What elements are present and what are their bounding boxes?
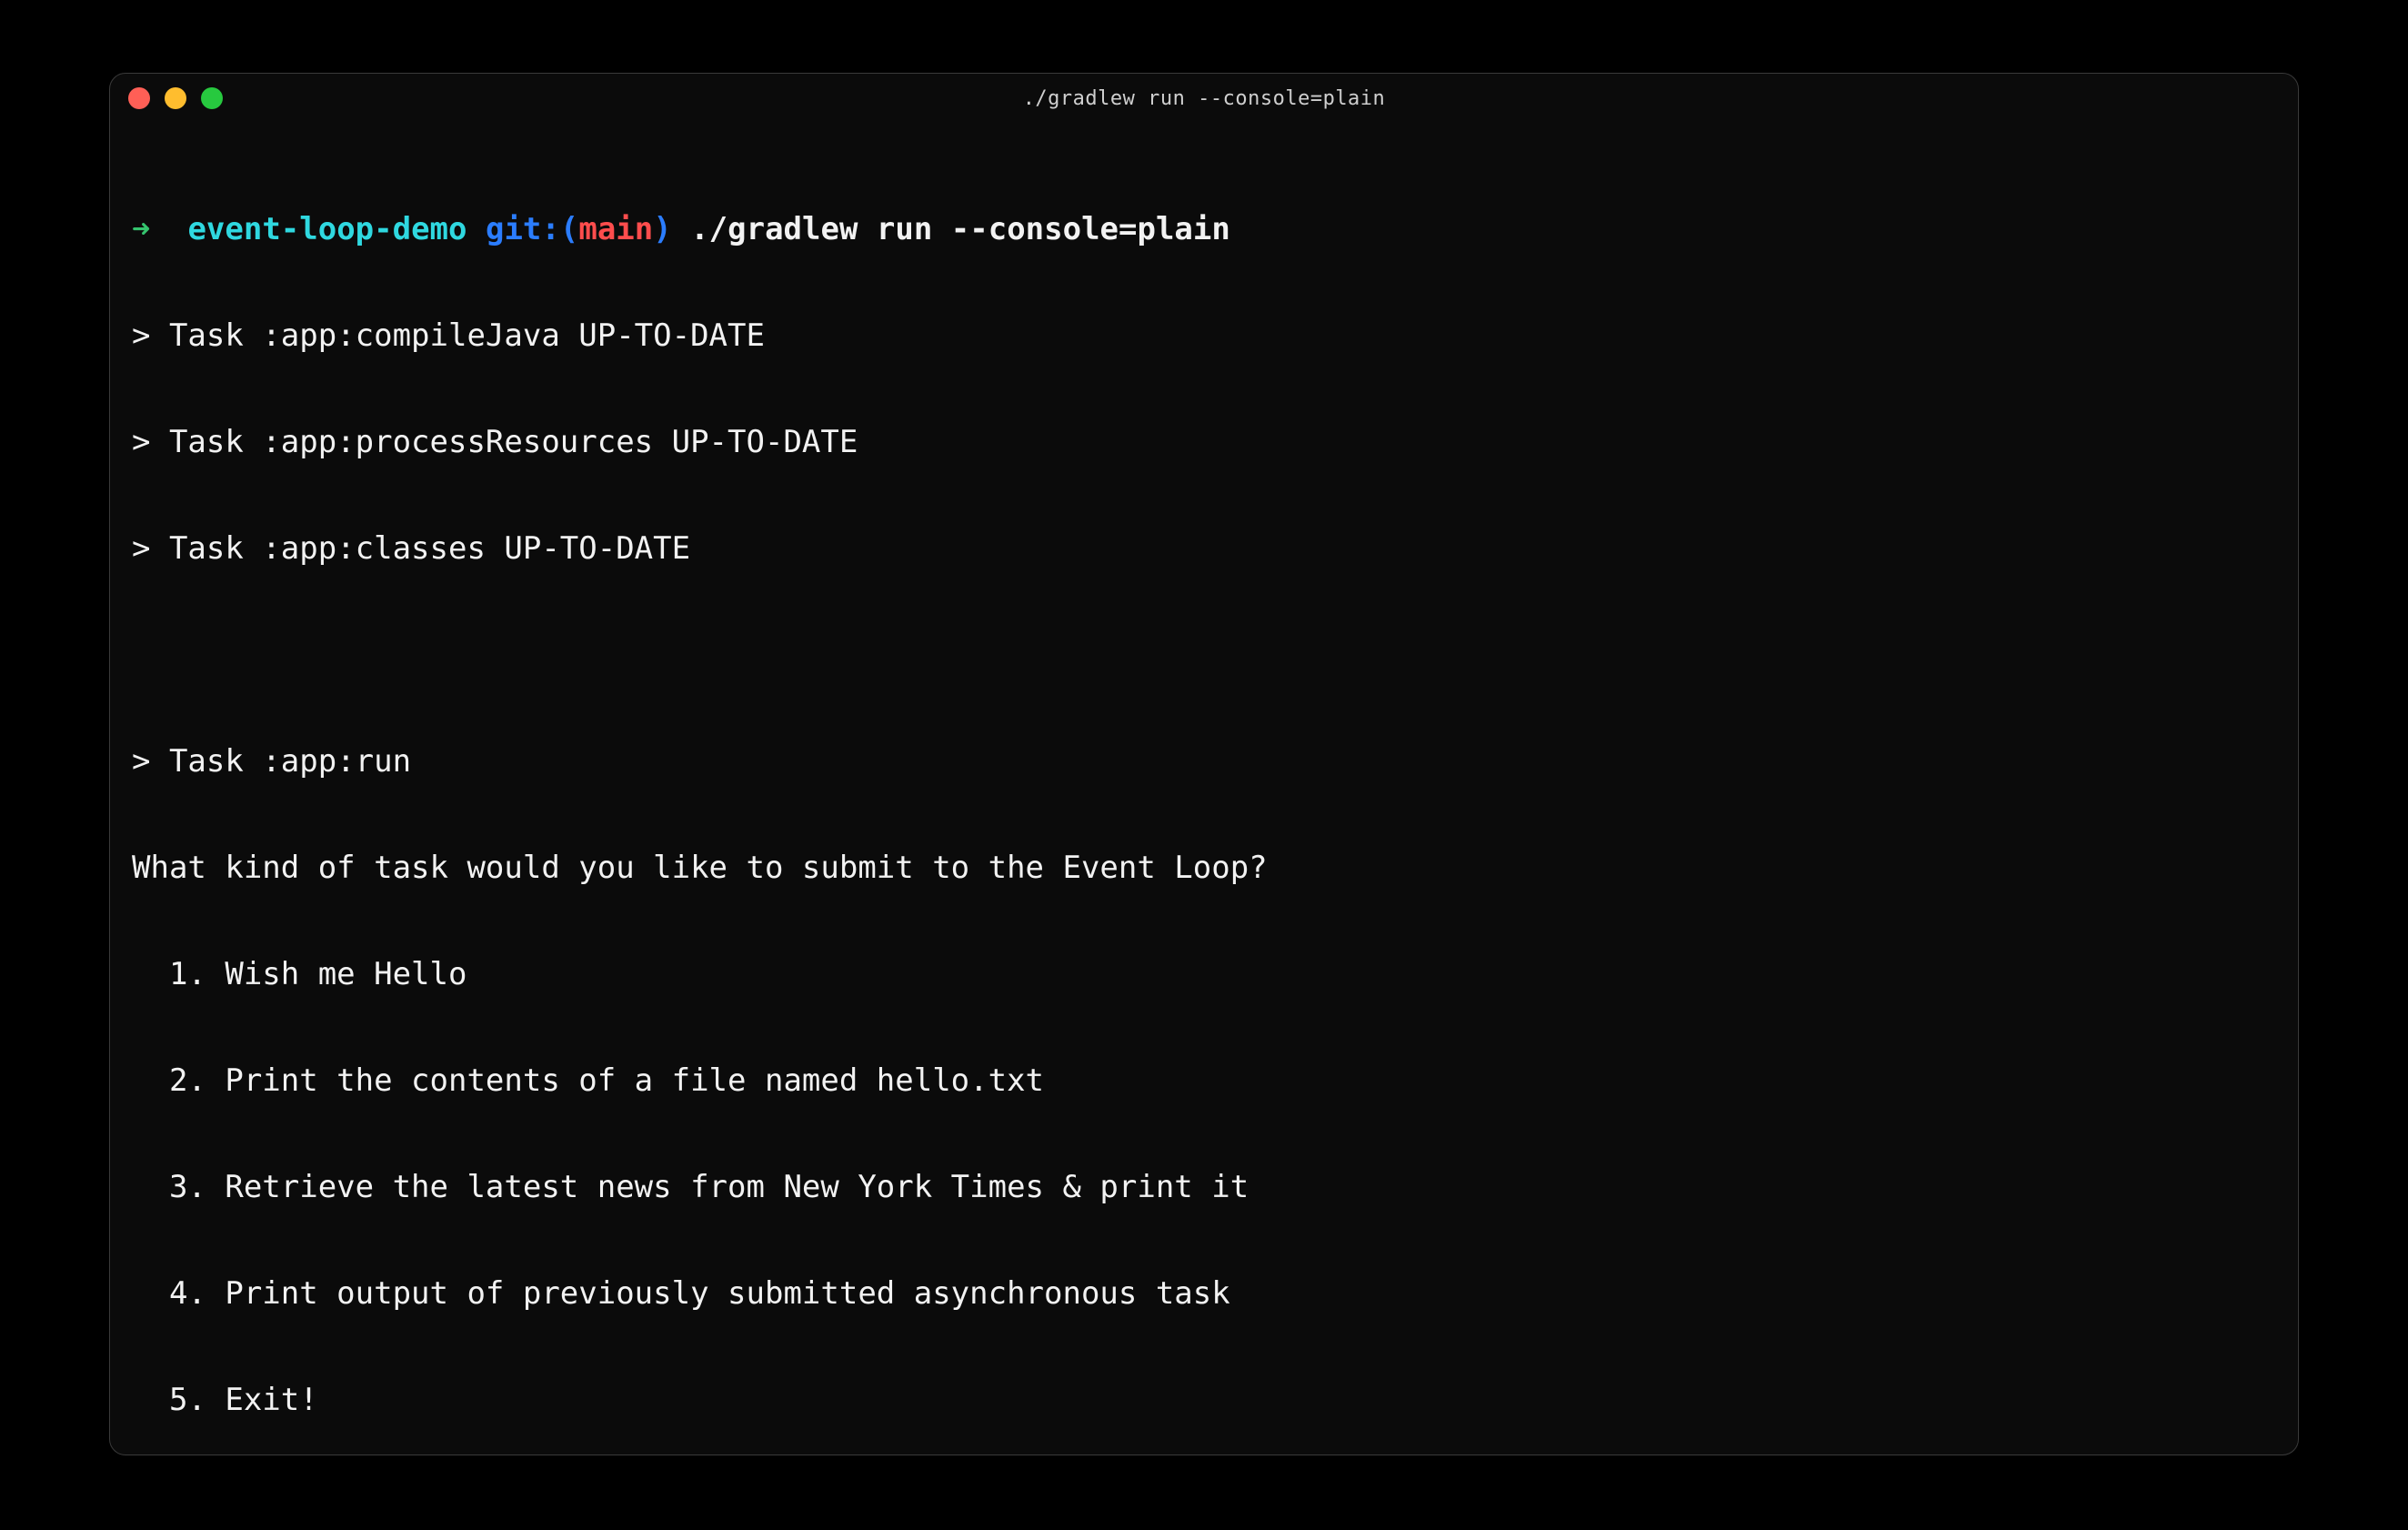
gradle-compile-line: > Task :app:compileJava UP-TO-DATE <box>132 309 2276 362</box>
git-paren-close: ) <box>653 211 671 247</box>
gradle-classes-line: > Task :app:classes UP-TO-DATE <box>132 522 2276 575</box>
close-icon[interactable] <box>128 87 150 109</box>
gradle-resources-line: > Task :app:processResources UP-TO-DATE <box>132 416 2276 468</box>
gradle-run-line: > Task :app:run <box>132 735 2276 788</box>
menu-option-4: 4. Print output of previously submitted … <box>132 1267 2276 1320</box>
git-paren-open: ( <box>560 211 578 247</box>
window-titlebar: ./gradlew run --console=plain <box>110 74 2298 123</box>
prompt-arrow-icon: ➜ <box>132 211 150 247</box>
blank-line <box>132 629 2276 681</box>
traffic-lights <box>128 87 223 109</box>
maximize-icon[interactable] <box>201 87 223 109</box>
menu-option-2: 2. Print the contents of a file named he… <box>132 1054 2276 1107</box>
git-branch: main <box>578 211 653 247</box>
prompt-directory: event-loop-demo <box>187 211 467 247</box>
terminal-window: ./gradlew run --console=plain ➜ event-lo… <box>109 73 2299 1455</box>
menu-question: What kind of task would you like to subm… <box>132 841 2276 894</box>
menu-option-1: 1. Wish me Hello <box>132 948 2276 1001</box>
prompt-line: ➜ event-loop-demo git:(main) ./gradlew r… <box>132 203 2276 256</box>
window-title: ./gradlew run --console=plain <box>110 87 2298 110</box>
git-label: git: <box>486 211 560 247</box>
minimize-icon[interactable] <box>165 87 186 109</box>
menu-option-5: 5. Exit! <box>132 1374 2276 1426</box>
menu-option-3: 3. Retrieve the latest news from New Yor… <box>132 1161 2276 1213</box>
terminal-body[interactable]: ➜ event-loop-demo git:(main) ./gradlew r… <box>110 123 2298 1455</box>
command-text: ./gradlew run --console=plain <box>690 211 1230 247</box>
